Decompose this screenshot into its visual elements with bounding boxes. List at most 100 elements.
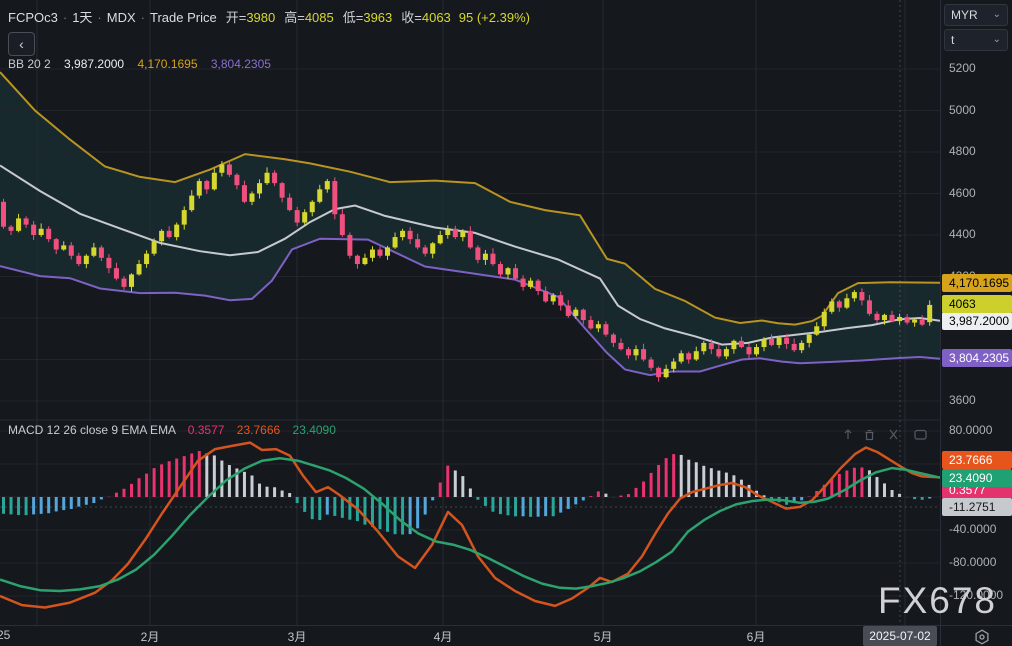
candle-body [84,256,89,264]
chevron-down-icon: ⌄ [993,5,1001,25]
symbol-name[interactable]: FCPOc3 [8,10,58,25]
candle-body [671,362,676,369]
candle-body [506,268,511,274]
maximize-pane-icon[interactable] [915,431,926,440]
candle-body [46,229,51,239]
delete-pane-icon[interactable] [866,431,874,440]
price-axis-label: 4,170.1695 [942,274,1012,292]
price-axis-label: 4063 [942,295,1012,313]
chart-canvas[interactable] [0,0,940,625]
candle-body [280,183,285,198]
candle-body [378,250,383,256]
candle-body [423,247,428,253]
candle-body [197,181,202,196]
candle-body [483,254,488,260]
candle-body [686,353,691,359]
candle-body [159,231,164,241]
candle-body [137,264,142,274]
candle-body [219,164,224,172]
candle-body [822,312,827,327]
candle-body [920,320,925,325]
candle-body [649,360,654,368]
candle-body [581,310,586,320]
move-pane-up-icon[interactable] [845,430,851,439]
price-axis-label: 3,804.2305 [942,349,1012,367]
candle-body [340,214,345,235]
macd-line[interactable] [0,443,940,608]
candle-body [731,341,736,349]
symbol-header: FCPOc3·1天·MDX·Trade Price开=3980高=4085低=3… [8,7,530,26]
currency-dropdown[interactable]: MYR ⌄ [944,4,1008,26]
low-value: 3963 [363,10,392,25]
high-value: 4085 [305,10,334,25]
candle-body [317,189,322,201]
candle-body [76,256,81,264]
unit-value: t [951,33,954,47]
macd-label: MACD 12 26 close 9 EMA EMA [8,423,175,437]
time-tick: 5月 [594,628,613,645]
candle-body [573,310,578,316]
macd-axis-label: -11.2751 [942,498,1012,516]
candle-body [355,256,360,264]
candle-body [912,320,917,323]
settings-hexagon-icon[interactable] [973,628,991,646]
macd-signal-line[interactable] [0,458,940,591]
candle-body [521,279,526,287]
candle-body [739,341,744,347]
candle-body [882,315,887,320]
back-button[interactable]: ‹ [8,32,35,56]
open-value: 3980 [246,10,275,25]
unit-dropdown[interactable]: t ⌄ [944,29,1008,51]
candle-body [498,264,503,274]
candle-body [596,324,601,328]
candle-body [415,239,420,247]
bb-status-row[interactable]: BB 20 2 3,987.2000 4,170.1695 3,804.2305 [8,57,271,71]
candle-body [106,258,111,268]
candle-body [460,231,465,237]
bb-lower-value: 3,804.2305 [211,57,271,71]
candle-body [679,353,684,361]
candle-body [490,254,495,264]
macd-tick: -80.0000 [949,555,996,569]
candle-body [799,343,804,350]
candle-body [475,247,480,259]
candle-body [385,247,390,255]
candle-body [611,335,616,343]
candle-body [626,349,631,355]
time-tick: 3月 [288,628,307,645]
interval[interactable]: 1天 [72,10,92,25]
candle-body [641,349,646,359]
macd-status-row[interactable]: MACD 12 26 close 9 EMA EMA 0.3577 23.766… [8,423,336,437]
candle-body [784,338,789,344]
price-axis[interactable]: MYR ⌄ t ⌄ 520050004800460044004200400038… [940,0,1012,625]
candle-body [528,281,533,287]
candle-body [701,343,706,351]
axis-settings-corner[interactable] [940,626,1012,646]
candle-body [792,344,797,350]
candle-body [39,229,44,235]
candle-body [370,250,375,258]
candle-body [468,231,473,248]
candle-body [430,243,435,253]
bb-upper-value: 4,170.1695 [137,57,197,71]
chart-window: FCPOc3·1天·MDX·Trade Price开=3980高=4085低=3… [0,0,1012,646]
series-type: Trade Price [150,10,217,25]
exchange: MDX [107,10,136,25]
candle-body [152,241,157,253]
candle-body [762,339,767,347]
candle-body [9,227,14,231]
watermark: FX678 [878,580,997,622]
candle-body [543,291,548,301]
candle-body [716,349,721,356]
candle-body [91,247,96,255]
candle-body [807,335,812,343]
candle-body [61,245,66,249]
candle-body [302,212,307,222]
candle-body [325,181,330,189]
price-axis-label: 3,987.2000 [942,312,1012,330]
candle-body [114,268,119,278]
time-axis[interactable]: 252月3月4月5月6月 2025-07-02 [0,625,1012,646]
time-tick: 2月 [141,628,160,645]
candle-body [31,225,36,235]
candle-body [204,181,209,189]
